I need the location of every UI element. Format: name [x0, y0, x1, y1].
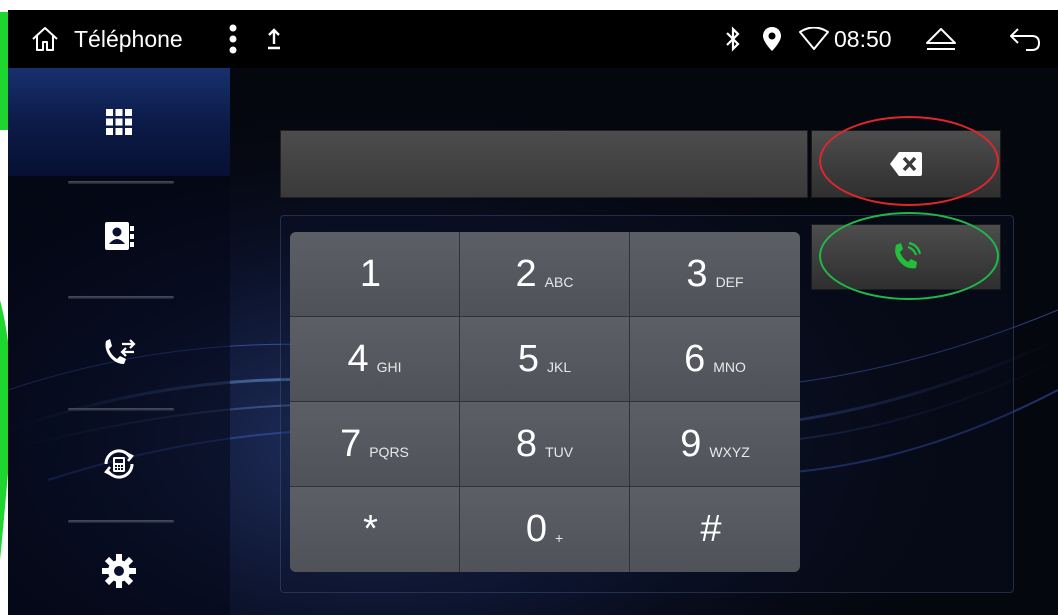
key-digit: #: [700, 508, 722, 550]
phone-sync-icon: [104, 449, 134, 479]
phone-number-input[interactable]: [280, 130, 808, 198]
key-7[interactable]: 7 PQRS: [290, 402, 460, 487]
app-title: Téléphone: [74, 25, 183, 52]
location-pin-icon: [762, 10, 782, 68]
key-letters: JKL: [547, 359, 572, 375]
key-letters: +: [554, 529, 564, 546]
key-digit: 5: [517, 337, 539, 380]
key-6[interactable]: 6 MNO: [630, 317, 800, 402]
key-4[interactable]: 4 GHI: [290, 317, 460, 402]
upload-icon: [266, 10, 282, 68]
sidebar-divider: [68, 296, 174, 299]
key-letters: PQRS: [369, 444, 409, 460]
key-letters: WXYZ: [709, 444, 750, 460]
contacts-icon: [105, 222, 134, 250]
key-digit: 3: [686, 252, 708, 295]
key-digit: 7: [340, 422, 362, 465]
call-log-icon: [105, 339, 136, 364]
key-letters: TUV: [545, 444, 574, 460]
car-head-unit-screen: Téléphone 08:50 1 2 ABC 3 DEF 4 GHI 5 JK…: [8, 10, 1058, 615]
clock-time: 08:50: [834, 25, 892, 52]
key-3[interactable]: 3 DEF: [630, 232, 800, 317]
key-digit: 6: [684, 337, 706, 380]
key-digit: 8: [515, 422, 538, 465]
status-bar: Téléphone 08:50: [8, 10, 1058, 68]
key-letters: ABC: [544, 274, 574, 290]
sidebar-item-call-log[interactable]: [8, 302, 230, 402]
sidebar: [8, 68, 230, 615]
key-digit: *: [363, 508, 378, 550]
backspace-icon: [890, 152, 922, 176]
key-digit: 1: [359, 252, 382, 295]
backspace-button[interactable]: [811, 130, 1001, 198]
wifi-signal-icon: [798, 10, 830, 68]
sidebar-divider: [68, 408, 174, 411]
sidebar-divider: [68, 181, 174, 184]
key-0[interactable]: 0 +: [460, 487, 630, 572]
key-5[interactable]: 5 JKL: [460, 317, 630, 402]
key-letters: MNO: [713, 359, 746, 375]
dialpad-icon: [106, 109, 132, 135]
call-button[interactable]: [811, 224, 1001, 290]
phone-call-icon: [895, 242, 921, 269]
key-letters: GHI: [376, 359, 402, 375]
bluetooth-icon: [724, 10, 742, 68]
key-9[interactable]: 9 WXYZ: [630, 402, 800, 487]
key-digit: 4: [347, 337, 369, 380]
key-1[interactable]: 1: [290, 232, 460, 317]
key-8[interactable]: 8 TUV: [460, 402, 630, 487]
key-letters: DEF: [715, 274, 744, 290]
eject-icon[interactable]: [924, 10, 958, 68]
key-digit: 2: [515, 252, 537, 295]
sidebar-item-dialpad[interactable]: [8, 68, 230, 176]
dial-keypad: 1 2 ABC 3 DEF 4 GHI 5 JKL 6 MNO 7 PQRS 8 TUV 9W…: [290, 232, 800, 572]
sidebar-item-settings[interactable]: [8, 526, 230, 615]
key-digit: 0: [525, 508, 547, 550]
key-2[interactable]: 2 ABC: [460, 232, 630, 317]
key-star[interactable]: *: [290, 487, 460, 572]
settings-gear-icon: [102, 554, 136, 588]
sidebar-divider: [68, 520, 174, 523]
sidebar-item-phone-sync[interactable]: [8, 414, 230, 514]
key-digit: 9: [680, 422, 702, 465]
screenshot-frame: Téléphone 08:50 1 2 ABC 3 DEF 4 GHI 5 JK…: [0, 0, 1058, 615]
home-icon[interactable]: [30, 10, 60, 68]
sidebar-item-contacts[interactable]: [8, 186, 230, 286]
key-hash[interactable]: #: [630, 487, 800, 572]
more-vertical-icon[interactable]: [228, 10, 238, 68]
back-arrow-icon[interactable]: [1008, 10, 1042, 68]
